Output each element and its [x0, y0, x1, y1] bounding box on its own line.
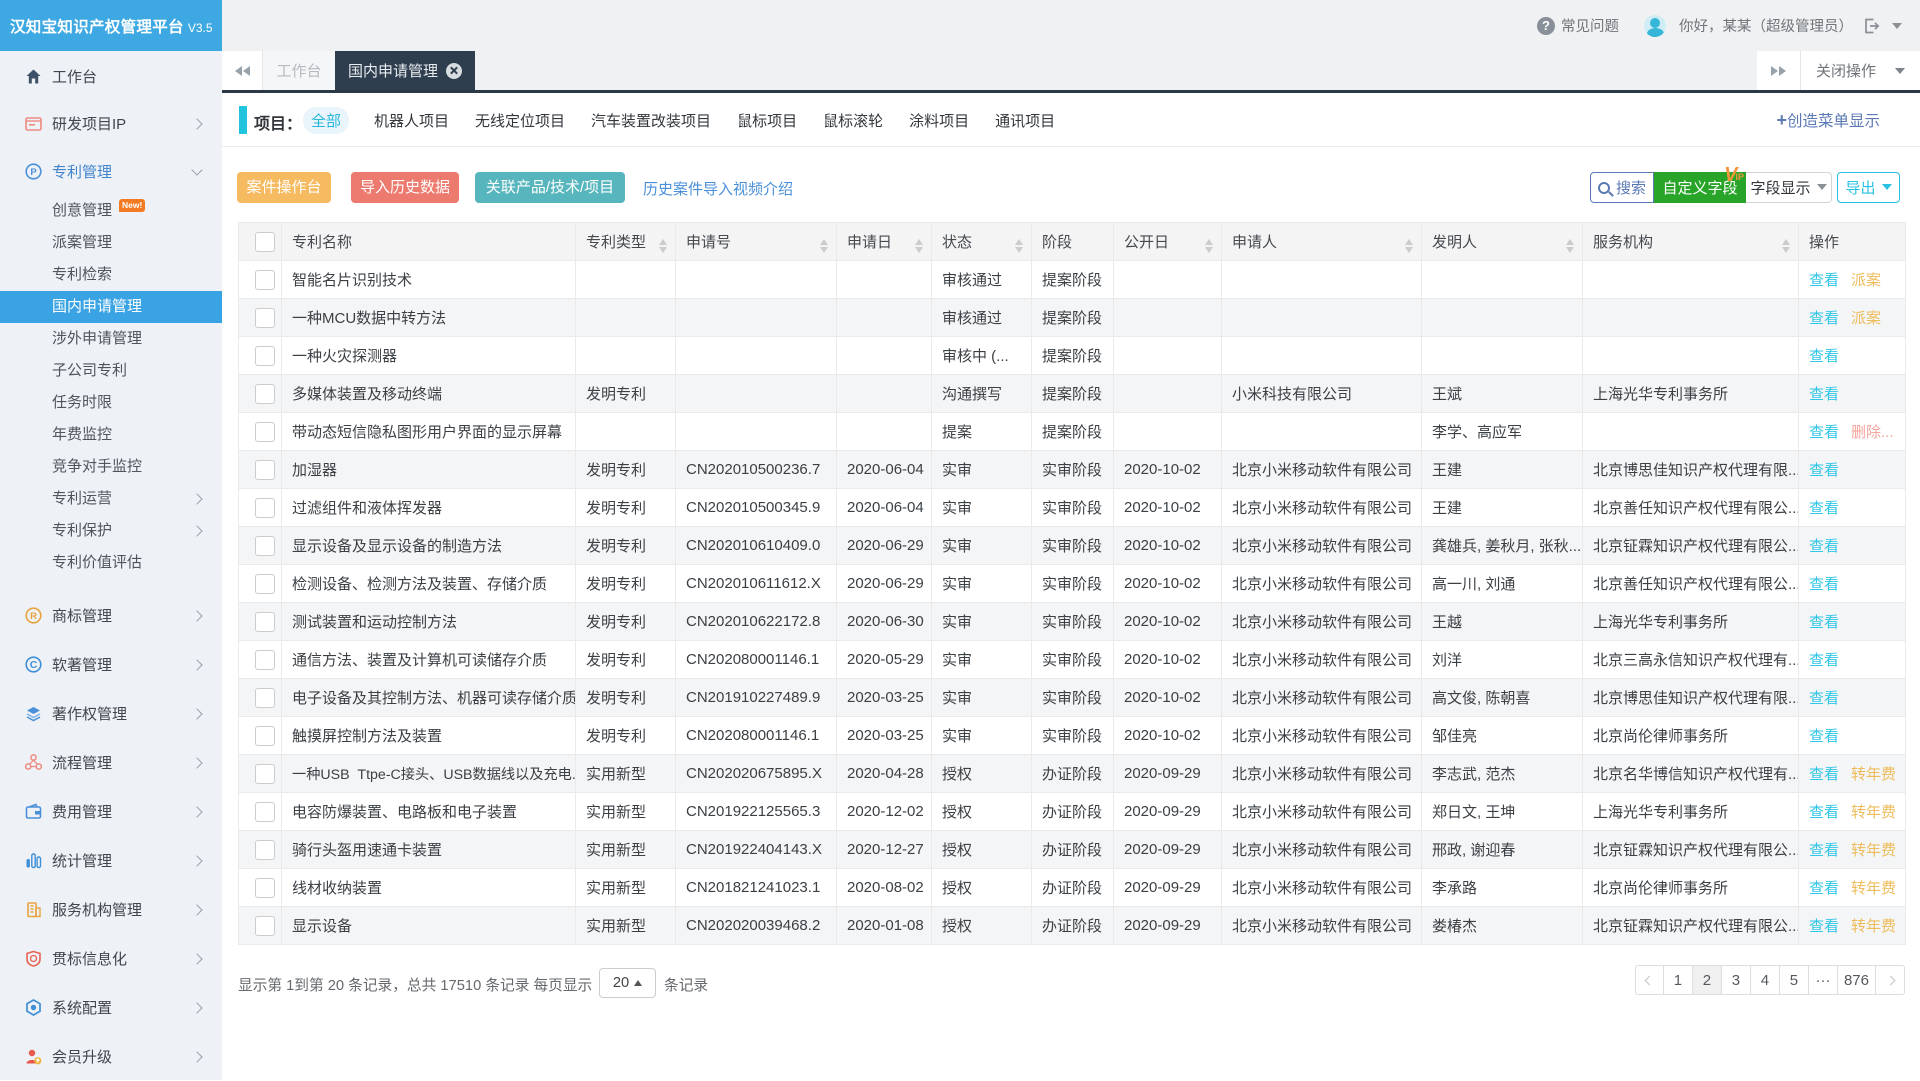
svg-text:C: C	[30, 659, 38, 671]
svg-text:R: R	[30, 611, 37, 622]
svg-text:P: P	[30, 167, 37, 178]
